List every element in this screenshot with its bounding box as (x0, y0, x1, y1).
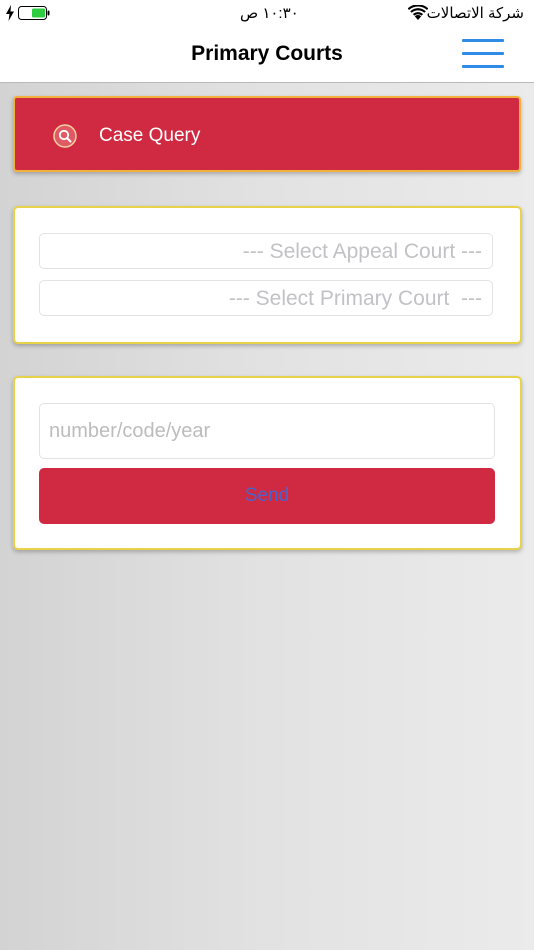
search-icon (53, 124, 77, 148)
case-number-input[interactable] (39, 403, 495, 459)
menu-bar-top (462, 39, 504, 42)
case-query-button[interactable]: Case Query (13, 96, 521, 172)
send-button[interactable]: Send (39, 468, 495, 524)
primary-court-select[interactable]: --- Select Primary Court --- (39, 280, 493, 316)
case-query-label: Case Query (99, 125, 201, 146)
menu-bar-bottom (462, 65, 504, 68)
page-title: Primary Courts (191, 42, 343, 65)
status-time: ١٠:٣٠ ص (240, 5, 299, 22)
appeal-court-select[interactable]: --- Select Appeal Court --- (39, 233, 493, 269)
nav-bar: Primary Courts (0, 28, 534, 83)
wifi-icon (408, 5, 428, 20)
menu-bar-middle (462, 52, 504, 55)
status-bar: ١٠:٣٠ ص شركة الاتصالات (0, 0, 534, 28)
charging-bolt-icon (6, 5, 14, 21)
court-selection-card: --- Select Appeal Court --- --- Select P… (13, 206, 522, 344)
hamburger-menu-icon[interactable] (462, 39, 504, 69)
case-search-card: Send (13, 376, 522, 550)
battery-icon (18, 6, 50, 20)
status-carrier: شركة الاتصالات (426, 5, 524, 22)
